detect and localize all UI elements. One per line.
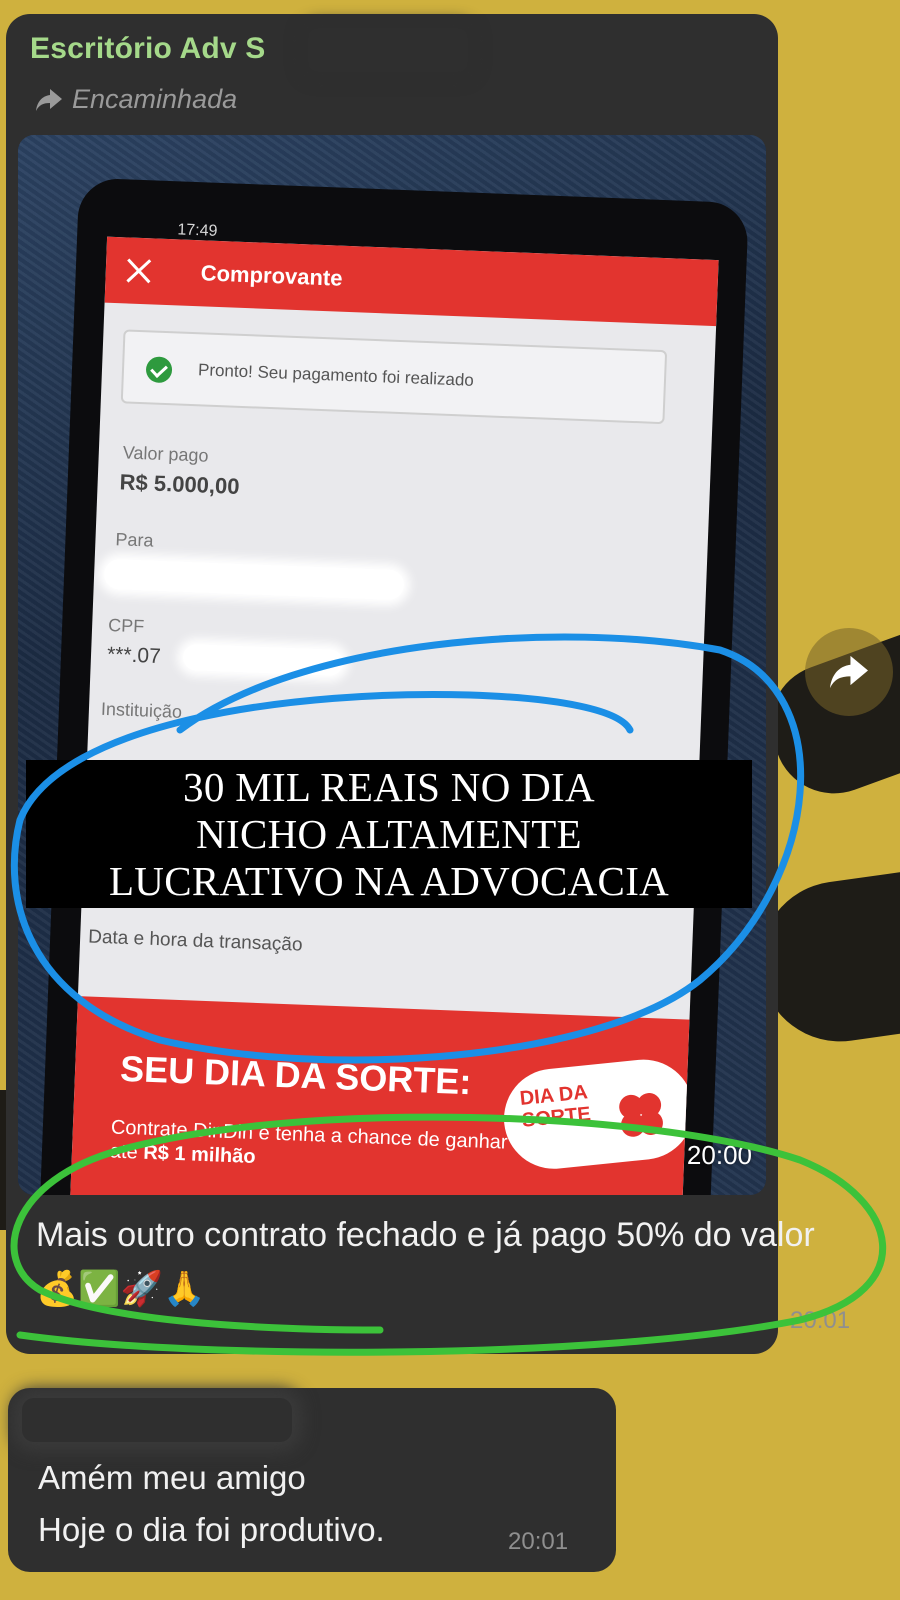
redaction-blur	[22, 1398, 292, 1442]
badge-text: DIA DA SORTE	[519, 1081, 592, 1132]
amount-label: Valor pago	[122, 442, 209, 466]
overlay-caption: 30 MIL REAIS NO DIA NICHO ALTAMENTE LUCR…	[26, 760, 752, 908]
redaction-blur	[308, 28, 468, 72]
forward-icon	[36, 88, 62, 111]
redaction-blur	[182, 643, 344, 677]
caption-line: LUCRATIVO NA ADVOCACIA	[108, 858, 670, 904]
sender-name[interactable]: Escritório Adv S	[30, 32, 265, 66]
receipt-title: Comprovante	[200, 260, 343, 291]
caption-line: NICHO ALTAMENTE	[196, 811, 582, 857]
caption-line: 30 MIL REAIS NO DIA	[183, 764, 595, 810]
clover-icon	[619, 1093, 663, 1137]
message-timestamp: 20:01	[790, 1307, 851, 1334]
phone-in-photo: 17:49 Comprovante Pronto! Seu pagamento …	[37, 177, 749, 1195]
message-text: Amém meu amigo Hoje o dia foi produtivo.	[38, 1452, 385, 1556]
lucky-day-badge: DIA DA SORTE	[499, 1054, 699, 1174]
phone-screen: Comprovante Pronto! Seu pagamento foi re…	[67, 236, 719, 1195]
institution-label: Instituição	[100, 698, 183, 722]
message-line: Amém meu amigo	[38, 1459, 306, 1496]
photo-timestamp: 20:00	[686, 1140, 752, 1170]
promo-subtitle: Contrate DinDin e tenha a chance de ganh…	[110, 1115, 512, 1178]
receipt-header: Comprovante	[104, 236, 719, 327]
close-icon	[126, 258, 152, 284]
datetime-label: Data e hora da transação	[87, 926, 303, 956]
promo-banner: SEU DIA DA SORTE: Contrate DinDin e tenh…	[70, 996, 699, 1195]
recipient-label: Para	[115, 529, 154, 551]
forwarded-label: Encaminhada	[34, 84, 237, 115]
share-button[interactable]	[805, 628, 893, 716]
message-photo[interactable]: 17:49 Comprovante Pronto! Seu pagamento …	[18, 135, 766, 1195]
message-timestamp: 20:01	[508, 1528, 569, 1555]
promo-subtitle-amount: R$ 1 milhão	[142, 1141, 256, 1169]
amount-value: R$ 5.000,00	[119, 469, 240, 499]
cpf-value: ***.07	[106, 642, 162, 669]
phone-statusbar-time: 17:49	[177, 221, 218, 240]
forwarded-text: Encaminhada	[72, 84, 238, 114]
confirmation-text: Pronto! Seu pagamento foi realizado	[197, 360, 475, 390]
message-text-content: Mais outro contrato fechado e já pago 50…	[36, 1216, 815, 1254]
redaction-blur	[103, 558, 405, 601]
message-text: Mais outro contrato fechado e já pago 50…	[36, 1208, 856, 1316]
message-emojis: 💰✅🚀🙏	[36, 1269, 206, 1309]
check-icon	[145, 356, 173, 384]
promo-title: SEU DIA DA SORTE:	[119, 1047, 473, 1103]
message-line: Hoje o dia foi produtivo.	[38, 1511, 385, 1548]
share-arrow-icon	[830, 655, 868, 689]
cpf-label: CPF	[107, 614, 145, 637]
confirmation-box: Pronto! Seu pagamento foi realizado	[120, 329, 668, 425]
